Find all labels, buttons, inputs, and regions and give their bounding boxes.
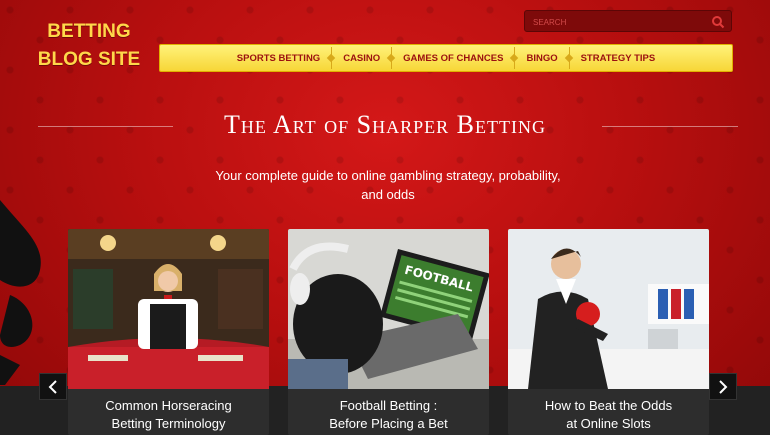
hero-subtitle-line1: Your complete guide to online gambling s… xyxy=(215,168,561,183)
card-title-line1: How to Beat the Odds xyxy=(544,398,673,413)
nav-item-casino[interactable]: CASINO xyxy=(332,53,391,64)
nav-item-sports-betting[interactable]: SPORTS BETTING xyxy=(226,53,331,64)
card-title-line2: Before Placing a Bet xyxy=(329,416,448,431)
card-title-line2: at Online Slots xyxy=(566,416,651,431)
logo-line1: BETTING xyxy=(47,21,131,42)
article-card[interactable]: FOOTBALL Football Betting : Before Placi… xyxy=(288,229,489,435)
card-image-businessman xyxy=(508,229,709,389)
chevron-right-icon xyxy=(719,379,728,394)
card-title-line1: Common Horseracing xyxy=(105,398,232,413)
nav-item-strategy-tips[interactable]: STRATEGY TIPS xyxy=(570,53,667,64)
card-image-casino-dealer xyxy=(68,229,269,389)
article-card[interactable]: How to Beat the Odds at Online Slots xyxy=(508,229,709,435)
carousel-prev-button[interactable] xyxy=(39,373,67,400)
nav-item-games-of-chances[interactable]: GAMES OF CHANCES xyxy=(392,53,514,64)
nav-separator xyxy=(331,47,333,69)
nav-separator xyxy=(514,47,516,69)
chevron-left-icon xyxy=(48,379,57,394)
hero-subtitle-line2: and odds xyxy=(361,187,415,202)
card-title-line2: Betting Terminology xyxy=(111,416,226,431)
card-caption[interactable]: Common Horseracing Betting Terminology xyxy=(68,397,269,433)
site-logo[interactable]: BETTING BLOG SITE xyxy=(34,18,144,74)
nav-item-bingo[interactable]: BINGO xyxy=(515,53,568,64)
nav-separator xyxy=(391,47,393,69)
article-card[interactable]: Common Horseracing Betting Terminology xyxy=(68,229,269,435)
search-box[interactable] xyxy=(524,10,732,32)
card-caption[interactable]: Football Betting : Before Placing a Bet xyxy=(288,397,489,433)
card-title-line1: Football Betting : xyxy=(339,398,438,413)
carousel-next-button[interactable] xyxy=(709,373,737,400)
hero-subtitle: Your complete guide to online gambling s… xyxy=(200,166,576,204)
hero-title: The Art of Sharper Betting xyxy=(224,110,546,139)
card-image-football-laptop: FOOTBALL xyxy=(288,229,489,389)
search-icon[interactable] xyxy=(711,14,725,29)
search-input[interactable] xyxy=(531,14,705,30)
nav-separator xyxy=(568,47,570,69)
logo-line2: BLOG SITE xyxy=(37,49,141,70)
main-nav: SPORTS BETTING CASINO GAMES OF CHANCES B… xyxy=(159,44,733,72)
card-caption[interactable]: How to Beat the Odds at Online Slots xyxy=(508,397,709,433)
